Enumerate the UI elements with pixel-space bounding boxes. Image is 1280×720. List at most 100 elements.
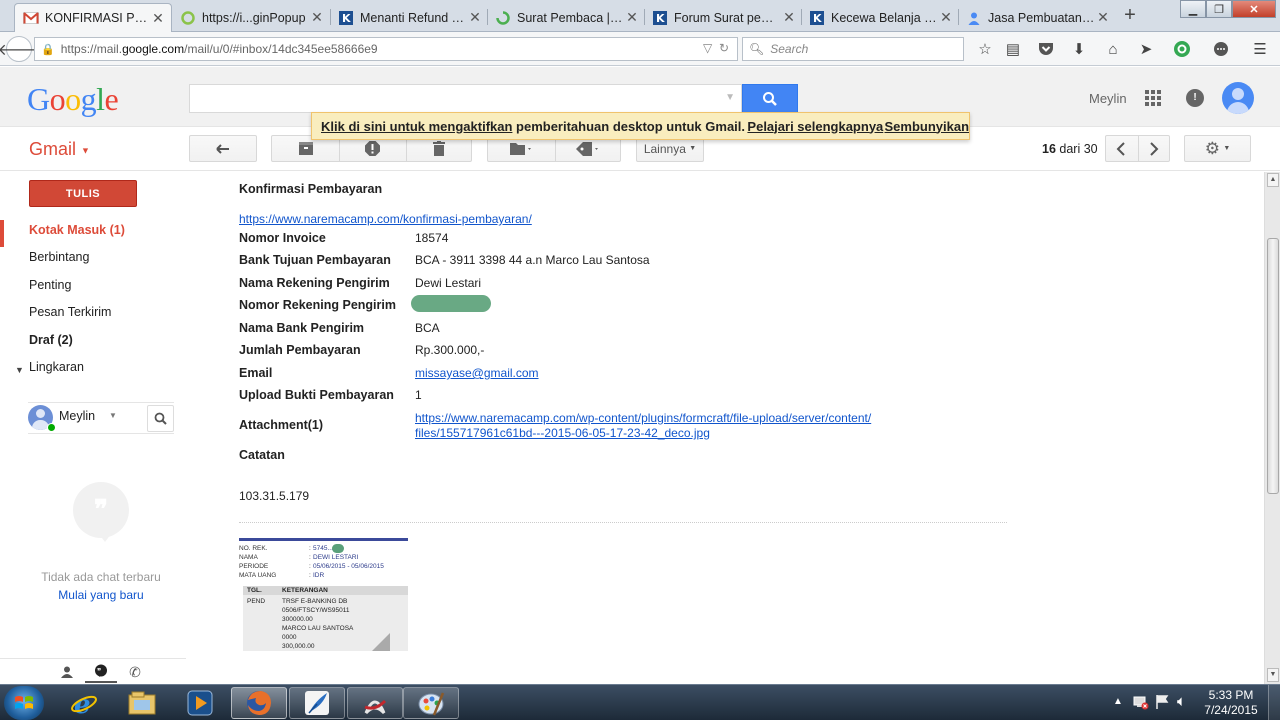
- search-options-caret-icon[interactable]: ▼: [725, 92, 735, 103]
- browser-tab-5[interactable]: K Forum Surat pemb... ✕: [644, 3, 802, 32]
- menu-hamburger-icon[interactable]: ☰: [1250, 40, 1270, 58]
- archive-icon[interactable]: [299, 142, 313, 158]
- browser-tab-6[interactable]: K Kecewa Belanja di ... ✕: [801, 3, 959, 32]
- mail-search-button[interactable]: [742, 84, 798, 113]
- taskbar-ie[interactable]: e: [56, 687, 112, 719]
- taskbar-paint[interactable]: [403, 687, 459, 719]
- show-hidden-icons-icon[interactable]: ▲: [1113, 696, 1123, 707]
- notifications-bell-icon[interactable]: !: [1186, 89, 1204, 107]
- browser-tab-7[interactable]: Jasa Pembuatan W... ✕: [958, 3, 1116, 32]
- online-status-icon: [47, 423, 56, 432]
- taskbar-app-pdf[interactable]: [347, 687, 403, 719]
- scrollbar-thumb[interactable]: [1267, 238, 1279, 494]
- scroll-up-arrow-icon[interactable]: ▲: [1267, 173, 1279, 187]
- mail-search-input[interactable]: ▼: [189, 84, 742, 113]
- field-value: 18574: [415, 231, 449, 245]
- sidebar-item-starred[interactable]: Berbintang: [29, 250, 89, 270]
- close-tab-icon[interactable]: ✕: [1096, 9, 1110, 26]
- caret-down-icon: ▼: [1223, 145, 1231, 152]
- taskbar-app-feather[interactable]: [289, 687, 345, 719]
- folder-move-icon[interactable]: [510, 142, 532, 158]
- sidebar-item-sent[interactable]: Pesan Terkirim: [29, 305, 111, 325]
- newer-chevron-left-icon[interactable]: [1116, 142, 1126, 159]
- attachment-url-link[interactable]: https://www.naremacamp.com/wp-content/pl…: [415, 411, 871, 425]
- gear-icon: ⚙: [1204, 138, 1220, 158]
- learn-more-link[interactable]: Pelajari selengkapnya: [747, 119, 883, 134]
- volume-speaker-icon[interactable]: 🔈︎: [1177, 693, 1186, 710]
- settings-button[interactable]: ⚙ ▼: [1184, 135, 1251, 162]
- start-button[interactable]: [4, 686, 44, 720]
- caret-down-icon[interactable]: ▼: [109, 411, 117, 420]
- minimize-button[interactable]: ▁: [1180, 0, 1206, 18]
- account-avatar[interactable]: [1222, 82, 1254, 114]
- confirmation-page-link[interactable]: https://www.naremacamp.com/konfirmasi-pe…: [239, 212, 532, 226]
- gmail-favicon-icon: [23, 10, 39, 26]
- trash-icon[interactable]: [433, 141, 445, 159]
- browser-tab-2[interactable]: https://i...ginPopup ✕: [172, 3, 330, 32]
- system-clock[interactable]: 5:33 PM 7/24/2015: [1198, 688, 1264, 718]
- download-icon[interactable]: ⬇: [1069, 40, 1089, 58]
- scroll-down-arrow-icon[interactable]: ▼: [1267, 668, 1279, 682]
- google-user-name[interactable]: Meylin: [1089, 91, 1127, 106]
- compose-button[interactable]: TULIS: [29, 180, 137, 207]
- browser-tab-1[interactable]: KONFIRMASI PEM... ✕: [14, 3, 172, 32]
- close-tab-icon[interactable]: ✕: [782, 9, 796, 26]
- home-icon[interactable]: ⌂: [1103, 40, 1123, 58]
- sidebar-item-circles[interactable]: Lingkaran: [29, 360, 84, 380]
- email-address-link[interactable]: missayase@gmail.com: [415, 366, 539, 380]
- vertical-scrollbar[interactable]: ▲ ▼: [1264, 172, 1280, 684]
- search-icon: [154, 412, 167, 425]
- close-tab-icon[interactable]: ✕: [468, 9, 482, 26]
- dropdown-arrow-icon[interactable]: ▽: [703, 41, 712, 55]
- close-tab-icon[interactable]: ✕: [310, 9, 324, 26]
- close-window-button[interactable]: ✕: [1232, 0, 1276, 18]
- send-icon[interactable]: ➤: [1136, 40, 1156, 58]
- expand-caret-icon[interactable]: ▼: [15, 365, 24, 375]
- taskbar-media-player[interactable]: [172, 687, 228, 719]
- close-tab-icon[interactable]: ✕: [939, 9, 953, 26]
- taskbar-explorer[interactable]: [114, 687, 170, 719]
- browser-search-bar[interactable]: 🔍︎ Search: [742, 37, 964, 61]
- taskbar-firefox[interactable]: [231, 687, 287, 719]
- close-tab-icon[interactable]: ✕: [151, 10, 165, 27]
- apps-grid-icon[interactable]: [1145, 90, 1161, 106]
- new-tab-button[interactable]: +: [1120, 4, 1140, 26]
- chat-bubble-icon[interactable]: [1211, 40, 1231, 58]
- caret-down-icon: ▼: [689, 145, 697, 152]
- back-button[interactable]: 🡐: [0, 36, 40, 62]
- phone-call-icon[interactable]: ✆: [119, 661, 151, 683]
- sidebar-item-important[interactable]: Penting: [29, 278, 71, 298]
- browser-tab-3[interactable]: K Menanti Refund Y... ✕: [330, 3, 488, 32]
- field-label: Jumlah Pembayaran: [239, 343, 361, 357]
- gmail-menu[interactable]: Gmail ▼: [29, 139, 90, 160]
- contacts-person-icon[interactable]: [51, 661, 83, 683]
- hide-notification-link[interactable]: Sembunyikan: [884, 119, 969, 134]
- report-spam-icon[interactable]: [365, 141, 380, 159]
- close-tab-icon[interactable]: ✕: [625, 9, 639, 26]
- reload-icon[interactable]: ↻: [719, 41, 729, 55]
- chat-user-row[interactable]: Meylin ▼: [28, 402, 174, 434]
- label-tag-icon[interactable]: [576, 142, 600, 159]
- extension-green-icon[interactable]: [1172, 40, 1192, 58]
- show-desktop-button[interactable]: [1268, 685, 1280, 720]
- network-warning-icon[interactable]: [1133, 694, 1149, 713]
- reading-list-icon[interactable]: ▤: [1003, 40, 1023, 58]
- attachment-url-link[interactable]: files/155717961c61bd---2015-06-05-17-23-…: [415, 426, 710, 440]
- chat-search-button[interactable]: [147, 405, 174, 432]
- star-bookmark-icon[interactable]: ☆: [975, 40, 995, 58]
- url-bar[interactable]: 🔒 https://mail. google.com/mail/u/0/#inbo…: [34, 37, 738, 61]
- browser-tab-4[interactable]: Surat Pembaca | K... ✕: [487, 3, 645, 32]
- enable-notifications-link[interactable]: Klik di sini untuk mengaktifkan: [321, 119, 512, 134]
- google-logo[interactable]: Google: [27, 81, 119, 118]
- start-new-chat-link[interactable]: Mulai yang baru: [0, 588, 202, 602]
- action-center-flag-icon[interactable]: [1155, 694, 1171, 713]
- sidebar-item-inbox[interactable]: Kotak Masuk (1): [29, 223, 125, 243]
- back-to-inbox-button[interactable]: [189, 135, 257, 162]
- sidebar-item-drafts[interactable]: Draf (2): [29, 333, 73, 353]
- older-chevron-right-icon[interactable]: [1149, 142, 1159, 159]
- maximize-button[interactable]: ❐: [1206, 0, 1232, 18]
- tab-label: Kecewa Belanja di ...: [831, 10, 939, 25]
- attachment-thumbnail[interactable]: NO. REK.:5745...48 NAMA: DEWI LESTARI PER…: [239, 538, 408, 651]
- pocket-icon[interactable]: [1036, 40, 1056, 58]
- hangouts-tab-icon[interactable]: ❞: [85, 661, 117, 683]
